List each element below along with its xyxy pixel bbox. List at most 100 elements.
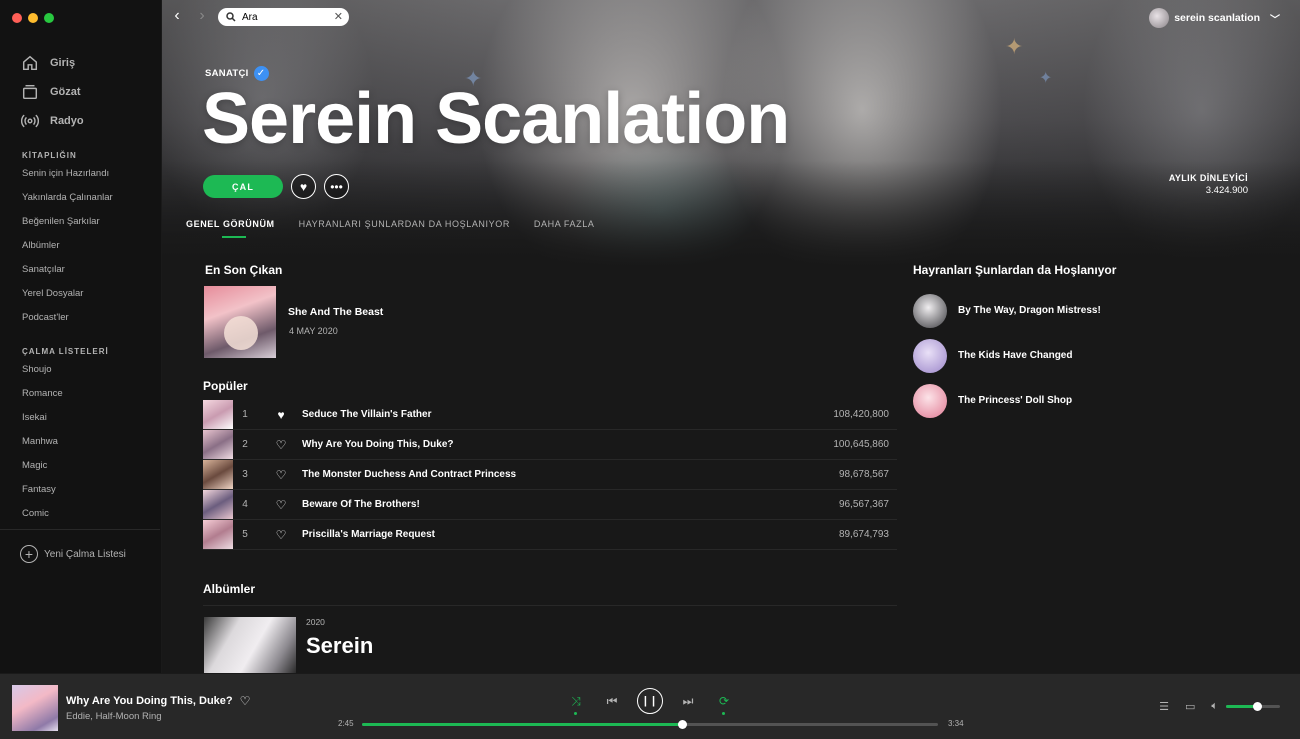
playlist-item[interactable]: Manhwa — [22, 430, 63, 454]
album-card[interactable]: 2020 Serein — [204, 617, 373, 673]
now-playing-title-row: Why Are You Doing This, Duke? ♡ — [66, 694, 250, 708]
plus-circle-icon: + — [20, 545, 38, 563]
now-playing-cover[interactable] — [12, 685, 58, 731]
heart-outline-icon[interactable]: ♡ — [267, 438, 295, 452]
window-controls — [12, 13, 54, 23]
track-title: Beware Of The Brothers! — [302, 499, 420, 510]
now-playing-artist[interactable]: Eddie, Half-Moon Ring — [66, 711, 162, 722]
track-row[interactable]: 3 ♡ The Monster Duchess And Contract Pri… — [203, 460, 897, 490]
volume-slider[interactable] — [1226, 702, 1280, 711]
close-window-button[interactable] — [12, 13, 22, 23]
skip-forward-icon: ⏭ — [682, 693, 694, 708]
progress-bar[interactable] — [362, 720, 938, 729]
chevron-right-icon: › — [199, 7, 205, 24]
search-input[interactable] — [242, 11, 332, 23]
track-play-count: 98,678,567 — [838, 469, 889, 480]
latest-release[interactable]: She And The Beast 4 MAY 2020 — [204, 286, 383, 358]
artist-actions: ÇAL ♥ ••• — [203, 174, 349, 199]
more-options-button[interactable]: ••• — [324, 174, 349, 199]
progress-handle[interactable] — [678, 720, 688, 729]
sidebar: Giriş Gözat Radyo KİTAPLIĞIN Senin için … — [0, 0, 162, 673]
heart-outline-icon[interactable]: ♡ — [267, 528, 295, 542]
track-thumbnail — [203, 430, 233, 459]
tab-more[interactable]: DAHA FAZLA — [534, 219, 595, 229]
library-item[interactable]: Sanatçılar — [22, 258, 113, 282]
playlist-item[interactable]: Romance — [22, 382, 63, 406]
related-artist[interactable]: By The Way, Dragon Mistress! — [913, 288, 1101, 333]
extra-controls: ☰ ▭ 🔈︎ — [1143, 700, 1280, 713]
volume-button[interactable]: 🔈︎ — [1211, 700, 1218, 713]
clear-search-icon[interactable]: ✕ — [334, 10, 343, 23]
heart-outline-icon[interactable]: ♡ — [240, 694, 251, 708]
library-list: Senin için Hazırlandı Yakınlarda Çalınan… — [22, 162, 113, 330]
nav-home[interactable]: Giriş — [20, 48, 84, 77]
track-row[interactable]: 1 ♥ Seduce The Villain's Father 108,420,… — [203, 400, 897, 430]
devices-icon: ▭ — [1184, 701, 1196, 713]
now-playing-bar: Why Are You Doing This, Duke? ♡ Eddie, H… — [0, 673, 1300, 739]
albums-divider — [203, 605, 897, 606]
playlist-item[interactable]: Magic — [22, 454, 63, 478]
library-item[interactable]: Senin için Hazırlandı — [22, 162, 113, 186]
track-row[interactable]: 4 ♡ Beware Of The Brothers! 96,567,367 — [203, 490, 897, 520]
minimize-window-button[interactable] — [28, 13, 38, 23]
latest-release-date: 4 MAY 2020 — [289, 326, 338, 336]
browse-icon — [20, 82, 40, 102]
library-item[interactable]: Albümler — [22, 234, 113, 258]
related-artist[interactable]: The Kids Have Changed — [913, 333, 1101, 378]
playlist-item[interactable]: Fantasy — [22, 478, 63, 502]
pause-button[interactable]: | | — [637, 688, 663, 714]
volume-handle[interactable] — [1253, 702, 1263, 711]
chevron-left-icon: ‹ — [174, 7, 180, 24]
previous-button[interactable]: ⏮ — [601, 694, 623, 709]
maximize-window-button[interactable] — [44, 13, 54, 23]
library-item[interactable]: Podcast'ler — [22, 306, 113, 330]
tab-overview[interactable]: GENEL GÖRÜNÜM — [186, 219, 275, 238]
heart-outline-icon[interactable]: ♡ — [267, 468, 295, 482]
now-playing-title[interactable]: Why Are You Doing This, Duke? — [66, 695, 233, 707]
next-button[interactable]: ⏭ — [677, 694, 699, 709]
track-row[interactable]: 5 ♡ Priscilla's Marriage Request 89,674,… — [203, 520, 897, 550]
heart-icon: ♥ — [299, 179, 308, 194]
library-item[interactable]: Yerel Dosyalar — [22, 282, 113, 306]
search-icon — [226, 12, 236, 22]
playlist-item[interactable]: Shoujo — [22, 358, 63, 382]
album-year: 2020 — [306, 617, 325, 627]
playlists-section-title: ÇALMA LİSTELERİ — [22, 347, 109, 356]
tab-fans-also-like[interactable]: HAYRANLARI ŞUNLARDAN DA HOŞLANIYOR — [299, 219, 510, 229]
track-thumbnail — [203, 400, 233, 429]
library-item[interactable]: Beğenilen Şarkılar — [22, 210, 113, 234]
devices-button[interactable]: ▭ — [1185, 700, 1195, 713]
follow-heart-button[interactable]: ♥ — [291, 174, 316, 199]
nav-radio[interactable]: Radyo — [20, 106, 84, 135]
new-playlist-button[interactable]: + Yeni Çalma Listesi — [20, 545, 126, 563]
library-item[interactable]: Yakınlarda Çalınanlar — [22, 186, 113, 210]
popular-tracks: 1 ♥ Seduce The Villain's Father 108,420,… — [203, 400, 897, 550]
sidebar-divider — [0, 529, 160, 530]
monthly-listeners: AYLIK DİNLEYİCİ 3.424.900 — [1169, 173, 1248, 196]
repeat-button[interactable]: ⟳ — [713, 694, 735, 715]
heart-outline-icon[interactable]: ♡ — [267, 498, 295, 512]
nav-browse[interactable]: Gözat — [20, 77, 84, 106]
play-button[interactable]: ÇAL — [203, 175, 283, 198]
queue-icon: ☰ — [1159, 701, 1169, 713]
forward-button[interactable]: › — [192, 7, 212, 27]
playlist-item[interactable]: Comic — [22, 502, 63, 526]
track-thumbnail — [203, 490, 233, 519]
queue-button[interactable]: ☰ — [1159, 700, 1169, 713]
back-button[interactable]: ‹ — [167, 7, 187, 27]
related-artist[interactable]: The Princess' Doll Shop — [913, 378, 1101, 423]
main-nav: Giriş Gözat Radyo — [20, 48, 84, 135]
heart-filled-icon[interactable]: ♥ — [267, 408, 295, 422]
track-play-count: 89,674,793 — [838, 529, 889, 540]
playlist-item[interactable]: Isekai — [22, 406, 63, 430]
shuffle-button[interactable]: ⤨ — [565, 694, 587, 715]
home-icon — [20, 53, 40, 73]
track-thumbnail — [203, 520, 233, 549]
track-title: Seduce The Villain's Father — [302, 409, 432, 420]
albums-heading: Albümler — [203, 582, 256, 596]
track-row[interactable]: 2 ♡ Why Are You Doing This, Duke? 100,64… — [203, 430, 897, 460]
total-time: 3:34 — [948, 719, 964, 728]
user-name: serein scanlation — [1174, 12, 1260, 24]
fans-also-like-list: By The Way, Dragon Mistress! The Kids Ha… — [913, 288, 1101, 423]
user-menu[interactable]: serein scanlation ﹀ — [1149, 8, 1280, 28]
